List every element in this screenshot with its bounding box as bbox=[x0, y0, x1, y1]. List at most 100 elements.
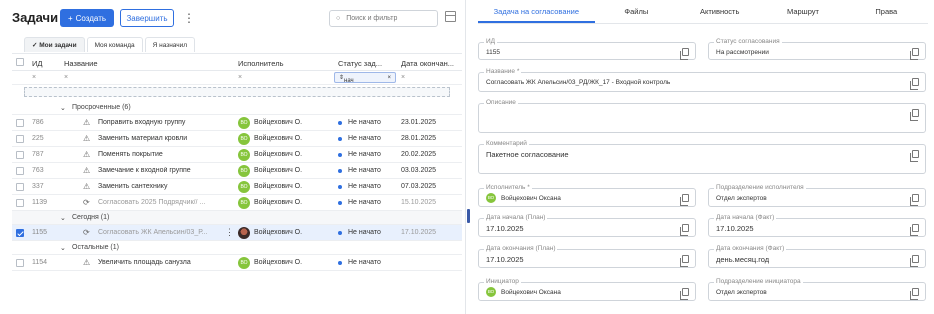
row-checkbox[interactable] bbox=[16, 135, 24, 143]
copy-icon[interactable] bbox=[910, 224, 919, 236]
name-field[interactable]: Название * Согласовать ЖК Апельсин/03_РД… bbox=[478, 68, 926, 92]
table-row[interactable]: 786 ⚠ Поправить входную группу ВО Войцехович… bbox=[12, 115, 462, 131]
group-header-other[interactable]: ⌄ Остальные (1) bbox=[12, 241, 462, 255]
row-name[interactable]: Согласовать ЖК Апельсин/03_Р... bbox=[98, 229, 226, 236]
clear-filter-icon[interactable]: × bbox=[387, 73, 391, 83]
table-row[interactable]: 1139 ⟳ Согласовать 2025 Подрядчик// ... ВО В… bbox=[12, 195, 462, 211]
status-dot-icon bbox=[338, 137, 342, 141]
row-checkbox[interactable] bbox=[16, 119, 24, 127]
executor-dept-field[interactable]: Подразделение исполнителя Отдел эксперто… bbox=[708, 184, 926, 207]
tab-approval-task[interactable]: Задача на согласование bbox=[478, 0, 595, 23]
copy-icon[interactable] bbox=[910, 194, 919, 206]
clear-filter-icon[interactable]: × bbox=[238, 74, 242, 81]
row-id: 225 bbox=[32, 135, 44, 142]
clear-filter-icon[interactable]: × bbox=[401, 74, 405, 81]
executor-field[interactable]: Исполнитель * ВО Войцехович Оксана bbox=[478, 184, 696, 207]
start-plan-field[interactable]: Дата начала (План) 17.10.2025 bbox=[478, 214, 696, 237]
column-header-status[interactable]: Статус зад... bbox=[338, 59, 382, 68]
group-drop-zone[interactable] bbox=[24, 87, 450, 97]
table-row[interactable]: 763 ⚠ Замечание к входной группе ВО Войцехов… bbox=[12, 163, 462, 179]
end-fact-field[interactable]: Дата окончания (Факт) день.месяц.год bbox=[708, 245, 926, 268]
group-label: Сегодня (1) bbox=[72, 214, 110, 221]
more-menu-icon[interactable]: ⋮ bbox=[183, 10, 195, 26]
columns-settings-icon[interactable] bbox=[445, 11, 456, 22]
row-name[interactable]: Заменить сантехнику bbox=[98, 183, 226, 190]
tab-my-tasks[interactable]: ✓ Мои задачи bbox=[24, 37, 85, 52]
approval-task-icon: ⟳ bbox=[83, 228, 90, 237]
table-row[interactable]: 1154 ⚠ Увеличить площадь санузла ВО Войцехов… bbox=[12, 255, 462, 271]
initiator-dept-field[interactable]: Подразделение инициатора Отдел экспертов bbox=[708, 278, 926, 301]
row-more-icon[interactable]: ⋮ bbox=[225, 227, 234, 238]
id-field-value: 1155 bbox=[486, 49, 500, 56]
copy-icon[interactable] bbox=[680, 255, 689, 267]
tab-assigned-by-me[interactable]: Я назначил bbox=[144, 37, 196, 52]
clear-filter-icon[interactable]: × bbox=[64, 74, 68, 81]
approval-status-label: Статус согласования bbox=[714, 38, 782, 46]
copy-icon[interactable] bbox=[910, 78, 919, 90]
tab-rights[interactable]: Права bbox=[845, 0, 928, 23]
copy-icon[interactable] bbox=[680, 48, 689, 60]
copy-icon[interactable] bbox=[680, 194, 689, 206]
row-status: Не начато bbox=[348, 167, 381, 174]
copy-icon[interactable] bbox=[910, 109, 919, 121]
copy-icon[interactable] bbox=[910, 48, 919, 60]
avatar: ВО bbox=[238, 133, 250, 145]
status-filter-input[interactable]: ⇕ нач × bbox=[334, 72, 396, 84]
approval-status-field[interactable]: Статус согласования На рассмотрении bbox=[708, 38, 926, 60]
search-input[interactable]: ○ Поиск и фильтр bbox=[329, 10, 438, 27]
description-field-label: Описание bbox=[484, 99, 518, 107]
row-status: Не начато bbox=[348, 199, 381, 206]
filter-row: × × × ⇕ нач × × bbox=[12, 71, 462, 85]
copy-icon[interactable] bbox=[910, 255, 919, 267]
avatar bbox=[238, 227, 250, 239]
row-checkbox[interactable] bbox=[16, 229, 24, 237]
tab-route[interactable]: Маршрут bbox=[761, 0, 844, 23]
row-checkbox[interactable] bbox=[16, 183, 24, 191]
row-checkbox[interactable] bbox=[16, 167, 24, 175]
end-plan-field[interactable]: Дата окончания (План) 17.10.2025 bbox=[478, 245, 696, 268]
row-name[interactable]: Согласовать 2025 Подрядчик// ... bbox=[98, 199, 226, 206]
start-plan-label: Дата начала (План) bbox=[484, 214, 548, 222]
finish-button[interactable]: Завершить bbox=[120, 9, 174, 27]
create-button[interactable]: + Создать bbox=[60, 9, 114, 27]
row-id: 337 bbox=[32, 183, 44, 190]
id-field[interactable]: ИД 1155 bbox=[478, 38, 696, 60]
row-checkbox[interactable] bbox=[16, 259, 24, 267]
copy-icon[interactable] bbox=[910, 150, 919, 162]
group-header-today[interactable]: ⌄ Сегодня (1) bbox=[12, 211, 462, 225]
comment-field[interactable]: Комментарий Пакетное согласование bbox=[478, 140, 926, 174]
table-row[interactable]: 225 ⚠ Заменить материал кровли ВО Войцехович… bbox=[12, 131, 462, 147]
select-all-checkbox[interactable] bbox=[16, 58, 24, 66]
tab-files[interactable]: Файлы bbox=[595, 0, 678, 23]
warning-icon: ⚠ bbox=[83, 118, 91, 127]
warning-icon: ⚠ bbox=[83, 150, 91, 159]
row-name[interactable]: Увеличить площадь санузла bbox=[98, 259, 226, 266]
tab-my-team[interactable]: Моя команда bbox=[86, 37, 143, 52]
status-filter-value: нач bbox=[344, 78, 354, 84]
column-header-executor[interactable]: Исполнитель bbox=[238, 59, 283, 68]
row-name[interactable]: Заменить материал кровли bbox=[98, 135, 226, 142]
copy-icon[interactable] bbox=[680, 288, 689, 300]
row-name[interactable]: Поправить входную группу bbox=[98, 119, 226, 126]
row-checkbox[interactable] bbox=[16, 151, 24, 159]
group-header-overdue[interactable]: ⌄ Просроченные (6) bbox=[12, 101, 462, 115]
row-name[interactable]: Замечание к входной группе bbox=[98, 167, 226, 174]
copy-icon[interactable] bbox=[910, 288, 919, 300]
table-row[interactable]: 337 ⚠ Заменить сантехнику ВО Войцехович О. Не… bbox=[12, 179, 462, 195]
column-header-id[interactable]: ИД bbox=[32, 59, 42, 68]
column-header-due[interactable]: Дата окончан... bbox=[401, 59, 454, 68]
avatar: ВО bbox=[238, 257, 250, 269]
initiator-field[interactable]: Инициатор ВО Войцехович Оксана bbox=[478, 278, 696, 301]
column-header-name[interactable]: Название bbox=[64, 59, 98, 68]
tab-activity[interactable]: Активность bbox=[678, 0, 761, 23]
row-status: Не начато bbox=[348, 119, 381, 126]
description-field[interactable]: Описание bbox=[478, 99, 926, 133]
row-name[interactable]: Поменять покрытие bbox=[98, 151, 226, 158]
clear-filter-icon[interactable]: × bbox=[32, 74, 36, 81]
table-row[interactable]: 1155 ⟳ Согласовать ЖК Апельсин/03_Р... ⋮ Вой… bbox=[12, 225, 462, 241]
start-fact-field[interactable]: Дата начала (Факт) 17.10.2025 bbox=[708, 214, 926, 237]
table-row[interactable]: 787 ⚠ Поменять покрытие ВО Войцехович О. Не н… bbox=[12, 147, 462, 163]
executor-field-label: Исполнитель * bbox=[484, 184, 532, 192]
copy-icon[interactable] bbox=[680, 224, 689, 236]
row-checkbox[interactable] bbox=[16, 199, 24, 207]
